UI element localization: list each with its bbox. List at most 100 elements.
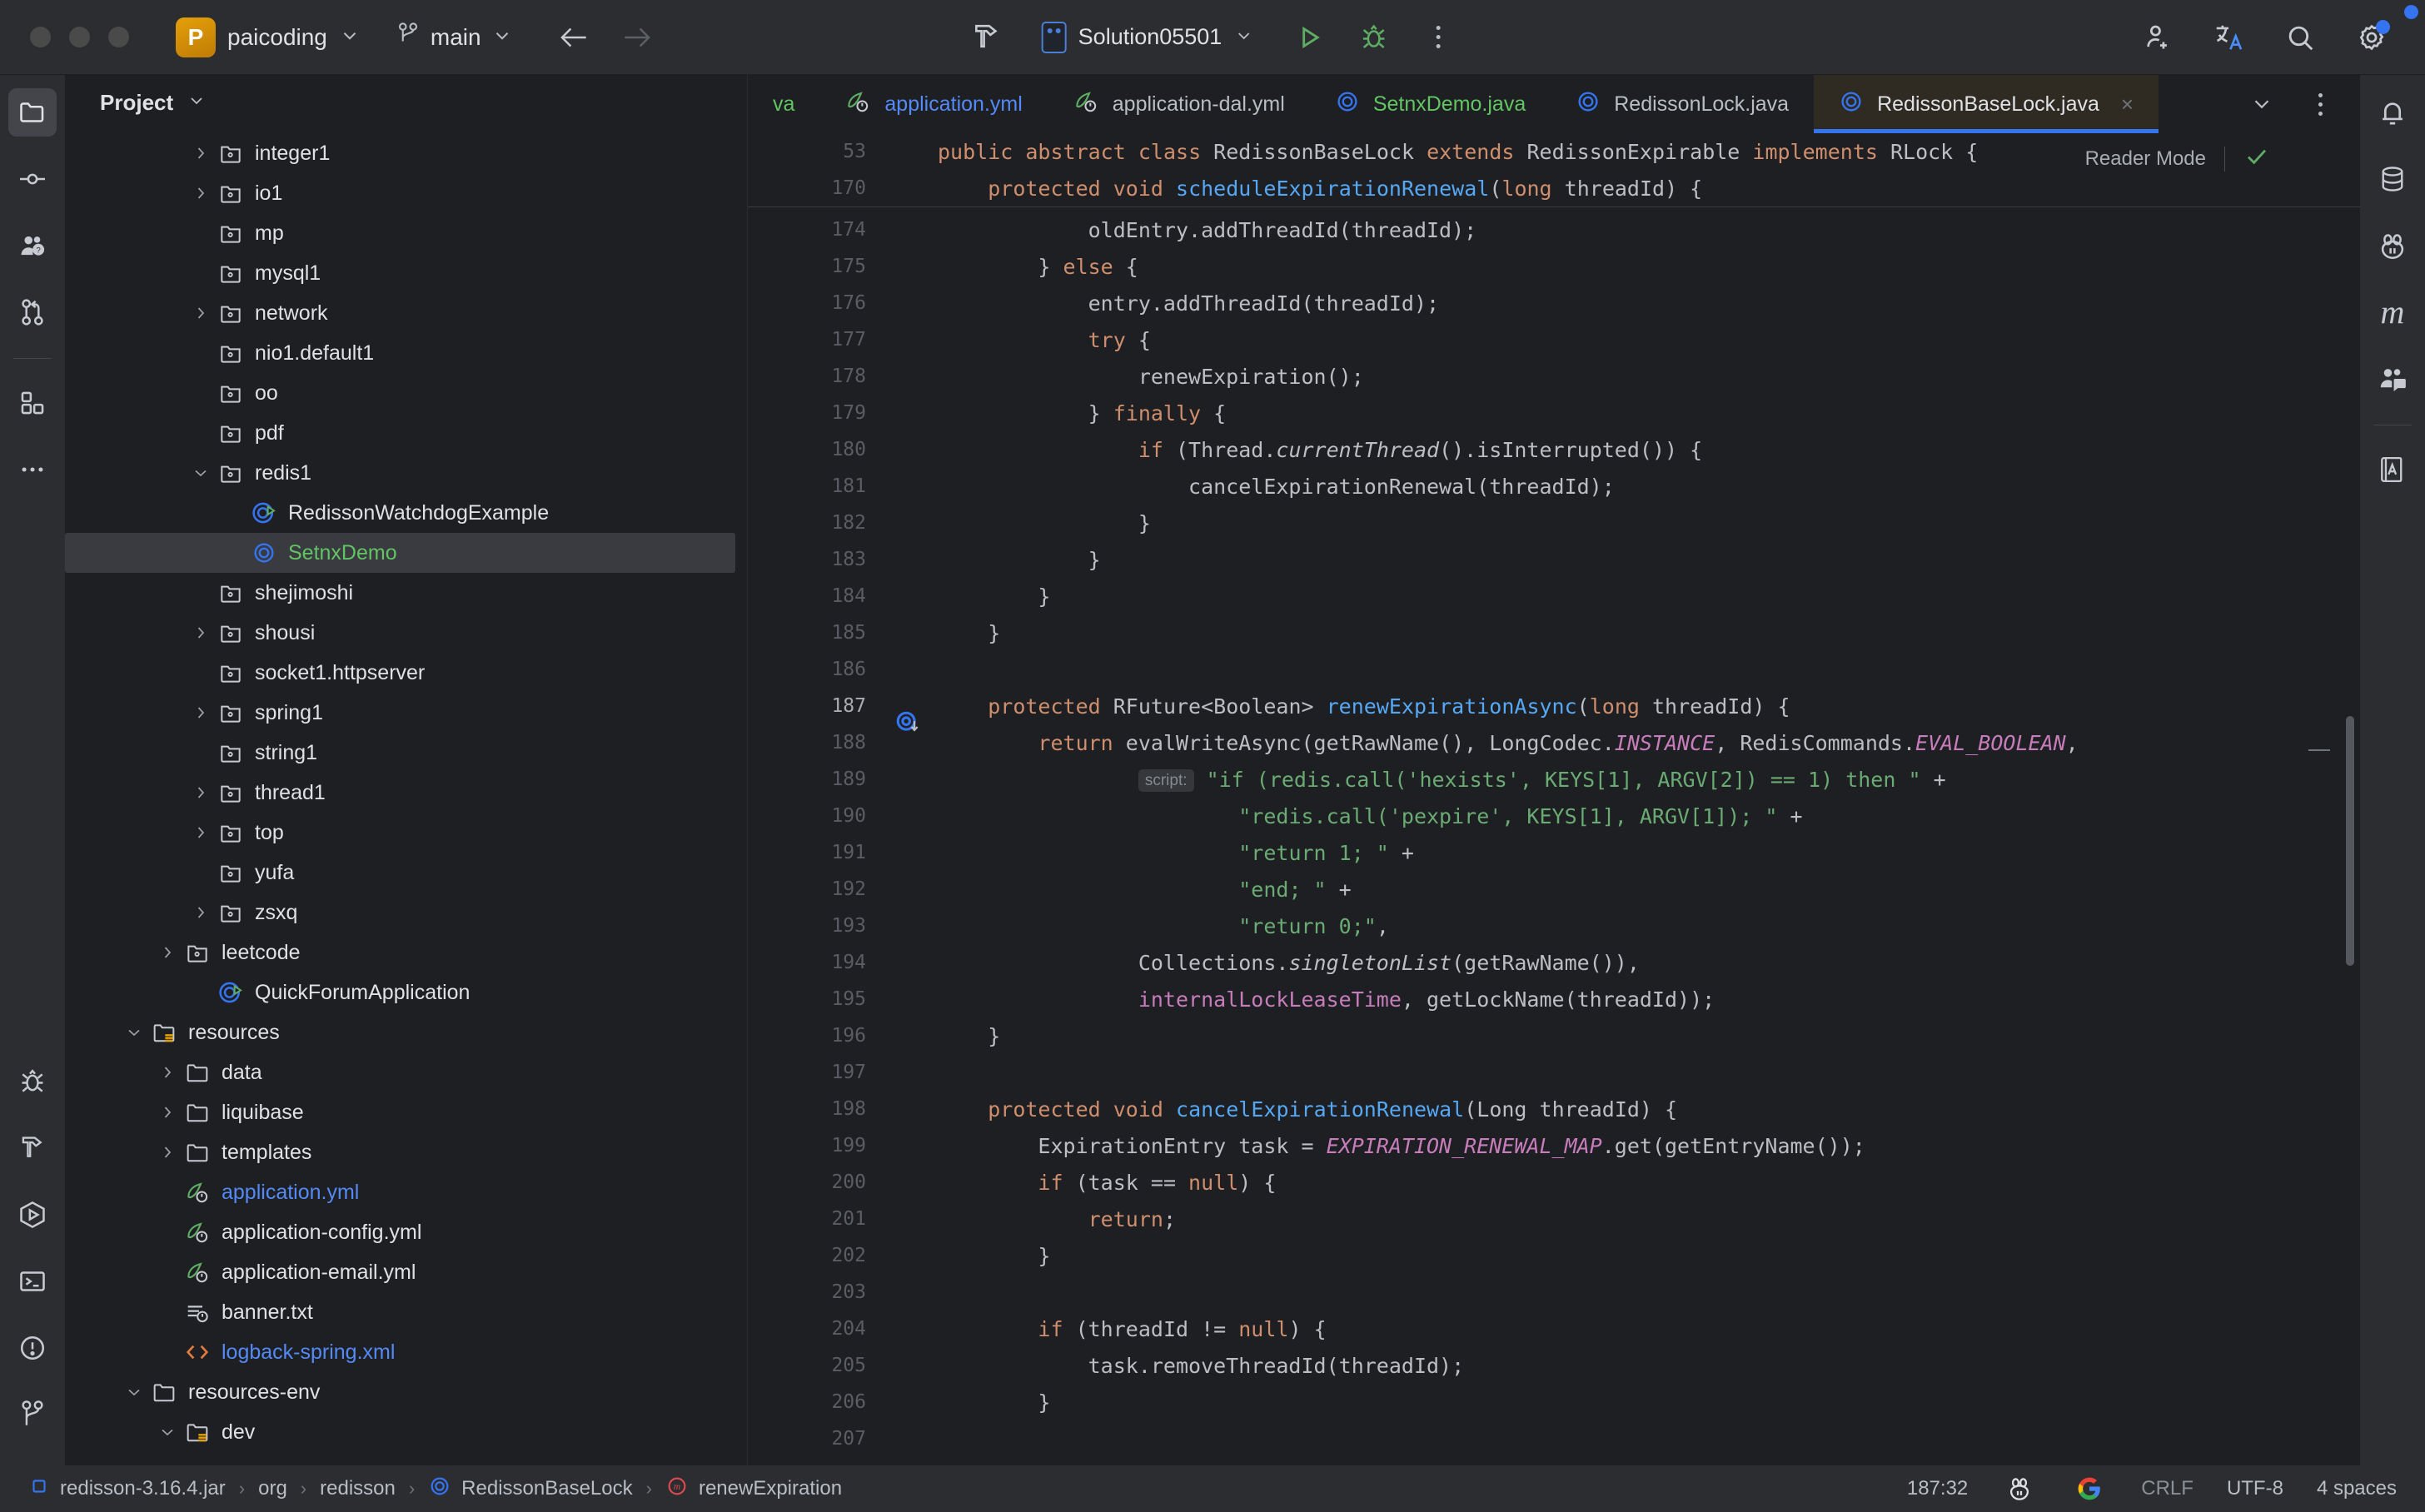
fold-marker[interactable]: [2308, 749, 2330, 751]
chevron-right-icon[interactable]: [187, 143, 215, 163]
tab-redissonbaselock-java[interactable]: RedissonBaseLock.java ×: [1814, 75, 2159, 133]
code-line[interactable]: 192 "end; " +: [748, 871, 2360, 908]
chevron-right-icon[interactable]: [187, 703, 215, 723]
tab-options[interactable]: [2302, 86, 2338, 122]
tab-setnxdemo-java[interactable]: SetnxDemo.java: [1310, 75, 1551, 133]
chevron-right-icon[interactable]: [187, 823, 215, 843]
chevron-right-icon[interactable]: [187, 183, 215, 203]
overridden-method-icon[interactable]: [894, 709, 923, 742]
tree-node-top[interactable]: top: [65, 813, 747, 853]
caret-position[interactable]: 187:32: [1907, 1477, 1968, 1500]
project-switcher[interactable]: P paicoding: [176, 17, 361, 57]
navigate-forward-button[interactable]: [620, 19, 656, 56]
tree-node-resources-env[interactable]: resources-env: [65, 1372, 747, 1412]
sidebar-item-database[interactable]: [2368, 155, 2417, 203]
code-line[interactable]: 195 internalLockLeaseTime, getLockName(t…: [748, 981, 2360, 1017]
code-line[interactable]: 176 entry.addThreadId(threadId);: [748, 285, 2360, 321]
code-line[interactable]: 205 task.removeThreadId(threadId);: [748, 1347, 2360, 1384]
chevron-right-icon[interactable]: [153, 943, 182, 962]
sidebar-item-rabbit-tool[interactable]: [2368, 221, 2417, 270]
tree-node-resources[interactable]: resources: [65, 1012, 747, 1052]
code-line[interactable]: 182 }: [748, 505, 2360, 541]
code-line[interactable]: 180 if (Thread.currentThread().isInterru…: [748, 431, 2360, 468]
tab-application-yml[interactable]: application.yml: [819, 75, 1047, 133]
tree-node-banner-txt[interactable]: banner.txt: [65, 1292, 747, 1332]
breadcrumb-item[interactable]: redisson-3.16.4.jar: [28, 1475, 226, 1503]
breadcrumb-item[interactable]: redisson: [320, 1477, 396, 1500]
tree-node-quickforumapplication[interactable]: QuickForumApplication: [65, 972, 747, 1012]
code-line[interactable]: 187 protected RFuture<Boolean> renewExpi…: [748, 688, 2360, 732]
tree-node-mp[interactable]: mp: [65, 213, 747, 253]
debug-button[interactable]: [1355, 19, 1392, 56]
code-line[interactable]: 207: [748, 1420, 2360, 1457]
project-file-tree[interactable]: integer1 io1 mp mysql1 network nio1.default1 o…: [65, 130, 747, 1465]
code-line[interactable]: 183 }: [748, 541, 2360, 578]
code-line[interactable]: 188 return evalWriteAsync(getRawName(), …: [748, 724, 2360, 761]
tree-node-setnxdemo[interactable]: SetnxDemo: [65, 533, 735, 573]
chevron-right-icon[interactable]: [187, 303, 215, 323]
tree-node-shousi[interactable]: shousi: [65, 613, 747, 653]
tree-node-mysql1[interactable]: mysql1: [65, 253, 747, 293]
code-line[interactable]: 202 }: [748, 1237, 2360, 1274]
code-line[interactable]: 204 if (threadId != null) {: [748, 1311, 2360, 1347]
sidebar-item-project[interactable]: [8, 88, 57, 137]
build-project-button[interactable]: [969, 19, 1005, 56]
chevron-right-icon[interactable]: [153, 1142, 182, 1162]
code-line[interactable]: 197: [748, 1054, 2360, 1091]
code-line[interactable]: 185 }: [748, 614, 2360, 651]
tab-clipped-left[interactable]: va: [748, 75, 819, 133]
chevron-right-icon[interactable]: [153, 1062, 182, 1082]
reader-mode-indicator[interactable]: Reader Mode: [2074, 140, 2280, 177]
breadcrumb-item[interactable]: RedissonBaseLock: [428, 1475, 633, 1504]
minimize-window-button[interactable]: [69, 27, 90, 47]
sidebar-item-version-control[interactable]: [8, 1390, 57, 1439]
scrollbar-thumb[interactable]: [2346, 716, 2354, 966]
code-line[interactable]: 189 script: "if (redis.call('hexists', K…: [748, 761, 2360, 798]
maximize-window-button[interactable]: [108, 27, 129, 47]
tree-node-application-config-yml[interactable]: application-config.yml: [65, 1212, 747, 1252]
code-line[interactable]: 177 try {: [748, 321, 2360, 358]
sidebar-item-dictionary[interactable]: [2368, 445, 2417, 494]
tab-application-dal-yml[interactable]: application-dal.yml: [1048, 75, 1310, 133]
tree-node-oo[interactable]: oo: [65, 373, 747, 413]
code-line[interactable]: 190 "redis.call('pexpire', KEYS[1], ARGV…: [748, 798, 2360, 834]
tree-node-network[interactable]: network: [65, 293, 747, 333]
code-line[interactable]: 186: [748, 651, 2360, 688]
code-line[interactable]: 193 "return 0;",: [748, 908, 2360, 944]
tree-node-shejimoshi[interactable]: shejimoshi: [65, 573, 747, 613]
code-line[interactable]: 196 }: [748, 1017, 2360, 1054]
breadcrumb-item[interactable]: org: [258, 1477, 287, 1500]
code-lines-container[interactable]: 174 oldEntry.addThreadId(threadId); 175 }…: [748, 133, 2360, 1465]
window-controls[interactable]: [0, 27, 129, 47]
chevron-right-icon[interactable]: [187, 783, 215, 803]
more-vertical-icon[interactable]: [1420, 19, 1456, 56]
tree-node-redissonwatchdogexample[interactable]: RedissonWatchdogExample: [65, 493, 747, 533]
navigate-back-button[interactable]: [555, 19, 591, 56]
tree-node-liquibase[interactable]: liquibase: [65, 1092, 747, 1132]
tree-node-socket1-httpserver[interactable]: socket1.httpserver: [65, 653, 747, 693]
sidebar-item-services[interactable]: [8, 379, 57, 427]
tree-node-application-yml[interactable]: application.yml: [65, 1172, 747, 1212]
code-line[interactable]: 179 } finally {: [748, 395, 2360, 431]
sidebar-item-run[interactable]: [8, 1191, 57, 1239]
code-line[interactable]: 194 Collections.singletonList(getRawName…: [748, 944, 2360, 981]
tree-node-nio1-default1[interactable]: nio1.default1: [65, 333, 747, 373]
run-configuration-selector[interactable]: Solution05501: [1033, 17, 1262, 58]
tree-node-templates[interactable]: templates: [65, 1132, 747, 1172]
breadcrumb[interactable]: redisson-3.16.4.jar › org › redisson › Redisso…: [28, 1475, 842, 1504]
project-panel-header[interactable]: Project: [65, 75, 747, 130]
sidebar-item-problems[interactable]: [8, 1324, 57, 1372]
code-editor[interactable]: Reader Mode 53 public abstract class Redi…: [748, 133, 2360, 1465]
search-icon[interactable]: [2282, 19, 2318, 56]
chevron-right-icon[interactable]: [187, 903, 215, 923]
tree-node-redis1[interactable]: redis1: [65, 453, 747, 493]
code-line[interactable]: 208 if (threadId == null || task.hasNoTh…: [748, 1457, 2360, 1465]
rabbit-icon[interactable]: [2001, 1470, 2038, 1507]
code-line[interactable]: 178 renewExpiration();: [748, 358, 2360, 395]
chevron-down-icon[interactable]: [187, 91, 207, 115]
sidebar-item-notifications[interactable]: [2368, 5, 2418, 137]
tree-node-string1[interactable]: string1: [65, 733, 747, 773]
indent-setting[interactable]: 4 spaces: [2317, 1477, 2397, 1500]
file-encoding[interactable]: UTF-8: [2227, 1477, 2283, 1500]
code-line[interactable]: 175 } else {: [748, 248, 2360, 285]
